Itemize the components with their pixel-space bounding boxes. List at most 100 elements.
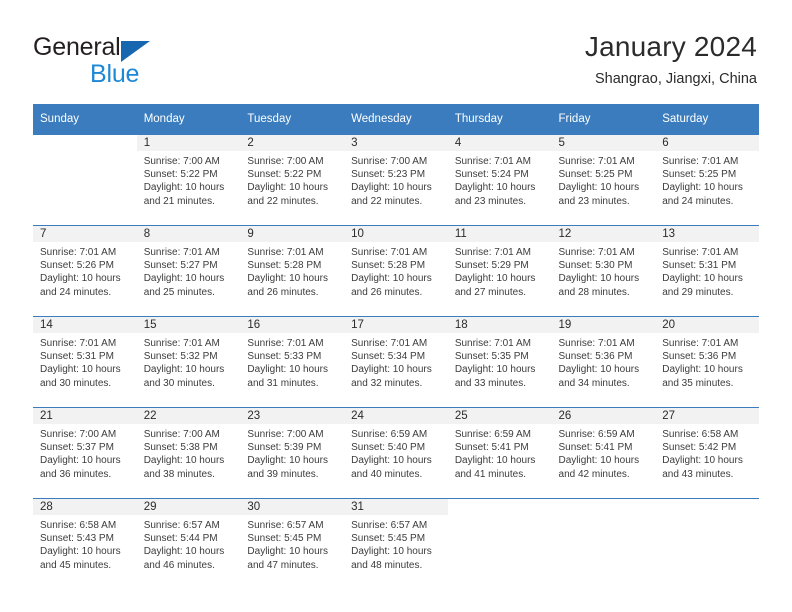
generalblue-logo: General Blue [33, 33, 243, 89]
day-sunrise-line: Sunrise: 6:58 AM [40, 520, 117, 531]
day-cell-inner: 15 Sunrise: 7:01 AM Sunset: 5:32 PM Dayligh… [136, 317, 241, 407]
calendar-day-cell[interactable]: 12 Sunrise: 7:01 AM Sunset: 5:30 PM Dayligh… [551, 225, 656, 317]
day-number: 4 [447, 135, 552, 151]
day-number: 26 [551, 408, 656, 424]
calendar-day-cell[interactable]: 27 Sunrise: 6:58 AM Sunset: 5:42 PM Dayligh… [655, 407, 759, 499]
day-number: 19 [551, 317, 656, 333]
day-sunrise-line: Sunrise: 7:00 AM [143, 156, 220, 167]
calendar-day-cell[interactable]: 31 Sunrise: 6:57 AM Sunset: 5:45 PM Dayligh… [344, 498, 448, 589]
calendar-day-cell[interactable]: 10 Sunrise: 7:01 AM Sunset: 5:28 PM Dayligh… [344, 225, 448, 317]
calendar-day-cell[interactable]: 14 Sunrise: 7:01 AM Sunset: 5:31 PM Dayligh… [33, 316, 137, 408]
day-details: Sunrise: 7:01 AM Sunset: 5:33 PM Daylight:… [240, 333, 344, 390]
day-number [447, 499, 552, 515]
day-cell-inner: 8 Sunrise: 7:01 AM Sunset: 5:27 PM Daylight… [136, 226, 241, 316]
calendar-day-cell[interactable]: 5 Sunrise: 7:01 AM Sunset: 5:25 PM Daylight… [551, 134, 656, 226]
day-sunrise-line: Sunrise: 6:57 AM [247, 520, 324, 531]
calendar-day-cell[interactable]: 29 Sunrise: 6:57 AM Sunset: 5:44 PM Dayligh… [136, 498, 241, 589]
calendar-day-cell[interactable]: 3 Sunrise: 7:00 AM Sunset: 5:23 PM Daylight… [344, 134, 448, 226]
day-daylight-line: Daylight: 10 hours [40, 273, 121, 285]
day-sunrise-line: Sunrise: 7:00 AM [40, 429, 117, 440]
day-daylight-line: and 27 minutes. [454, 286, 526, 298]
day-details: Sunrise: 7:01 AM Sunset: 5:32 PM Daylight:… [137, 333, 241, 390]
calendar-day-cell[interactable]: 1 Sunrise: 7:00 AM Sunset: 5:22 PM Daylight… [136, 134, 241, 226]
calendar-day-cell[interactable]: 9 Sunrise: 7:01 AM Sunset: 5:28 PM Daylight… [240, 225, 345, 317]
day-details: Sunrise: 6:57 AM Sunset: 5:45 PM Daylight:… [344, 515, 448, 572]
calendar-day-cell[interactable]: 21 Sunrise: 7:00 AM Sunset: 5:37 PM Dayligh… [33, 407, 137, 499]
calendar-day-cell[interactable]: 8 Sunrise: 7:01 AM Sunset: 5:27 PM Daylight… [136, 225, 241, 317]
calendar-day-cell[interactable]: 16 Sunrise: 7:01 AM Sunset: 5:33 PM Dayligh… [240, 316, 345, 408]
day-details: Sunrise: 7:01 AM Sunset: 5:30 PM Daylight:… [552, 242, 656, 299]
calendar-day-cell[interactable]: 25 Sunrise: 6:59 AM Sunset: 5:41 PM Dayligh… [447, 407, 552, 499]
day-daylight-line: and 24 minutes. [662, 195, 734, 207]
day-sunrise-line: Sunrise: 7:00 AM [143, 429, 220, 440]
day-sunset-line: Sunset: 5:26 PM [40, 260, 114, 272]
calendar-day-cell[interactable]: 4 Sunrise: 7:01 AM Sunset: 5:24 PM Daylight… [447, 134, 552, 226]
day-daylight-line: Daylight: 10 hours [558, 182, 640, 194]
day-cell-inner: 28 Sunrise: 6:58 AM Sunset: 5:43 PM Dayligh… [33, 499, 137, 589]
day-sunrise-line: Sunrise: 7:01 AM [454, 338, 531, 349]
day-cell-inner: 25 Sunrise: 6:59 AM Sunset: 5:41 PM Dayligh… [447, 408, 552, 498]
day-sunrise-line: Sunrise: 7:00 AM [247, 156, 324, 167]
day-details: Sunrise: 6:59 AM Sunset: 5:41 PM Daylight:… [552, 424, 656, 481]
day-sunset-line: Sunset: 5:39 PM [247, 442, 322, 454]
day-sunrise-line: Sunrise: 7:01 AM [558, 156, 635, 167]
day-daylight-line: and 39 minutes. [247, 468, 319, 480]
calendar-day-cell[interactable]: 26 Sunrise: 6:59 AM Sunset: 5:41 PM Dayligh… [551, 407, 656, 499]
day-daylight-line: Daylight: 10 hours [143, 455, 225, 467]
calendar-cell-empty [33, 134, 137, 226]
day-daylight-line: and 33 minutes. [454, 377, 526, 389]
day-daylight-line: and 35 minutes. [662, 377, 734, 389]
calendar-day-cell[interactable]: 17 Sunrise: 7:01 AM Sunset: 5:34 PM Dayligh… [344, 316, 448, 408]
day-sunset-line: Sunset: 5:28 PM [247, 260, 322, 272]
calendar-day-cell[interactable]: 15 Sunrise: 7:01 AM Sunset: 5:32 PM Dayligh… [136, 316, 241, 408]
day-sunrise-line: Sunrise: 7:01 AM [247, 338, 324, 349]
day-number: 23 [240, 408, 345, 424]
day-number: 13 [655, 226, 759, 242]
day-sunrise-line: Sunrise: 6:59 AM [351, 429, 428, 440]
calendar-day-cell[interactable]: 7 Sunrise: 7:01 AM Sunset: 5:26 PM Daylight… [33, 225, 137, 317]
day-cell-inner [447, 499, 552, 589]
day-number: 10 [344, 226, 448, 242]
calendar-day-cell[interactable]: 6 Sunrise: 7:01 AM Sunset: 5:25 PM Daylight… [655, 134, 759, 226]
day-daylight-line: Daylight: 10 hours [40, 455, 121, 467]
day-sunrise-line: Sunrise: 7:01 AM [40, 338, 117, 349]
calendar-day-cell[interactable]: 28 Sunrise: 6:58 AM Sunset: 5:43 PM Dayligh… [33, 498, 137, 589]
day-cell-inner: 9 Sunrise: 7:01 AM Sunset: 5:28 PM Daylight… [240, 226, 345, 316]
day-number: 16 [240, 317, 345, 333]
day-cell-inner: 22 Sunrise: 7:00 AM Sunset: 5:38 PM Dayligh… [136, 408, 241, 498]
day-cell-inner [33, 135, 137, 225]
day-cell-inner [551, 499, 656, 589]
calendar-page: General Blue January 2024 Shangrao, Jian… [0, 0, 792, 612]
calendar-day-cell[interactable]: 2 Sunrise: 7:00 AM Sunset: 5:22 PM Daylight… [240, 134, 345, 226]
calendar-day-cell[interactable]: 20 Sunrise: 7:01 AM Sunset: 5:36 PM Dayligh… [655, 316, 759, 408]
day-sunrise-line: Sunrise: 7:00 AM [351, 156, 428, 167]
day-daylight-line: Daylight: 10 hours [351, 455, 432, 467]
day-daylight-line: Daylight: 10 hours [351, 182, 432, 194]
calendar-day-cell[interactable]: 30 Sunrise: 6:57 AM Sunset: 5:45 PM Dayligh… [240, 498, 345, 589]
calendar-day-cell[interactable]: 11 Sunrise: 7:01 AM Sunset: 5:29 PM Dayligh… [447, 225, 552, 317]
day-sunrise-line: Sunrise: 7:01 AM [662, 338, 739, 349]
day-daylight-line: and 38 minutes. [143, 468, 215, 480]
calendar-day-cell[interactable]: 22 Sunrise: 7:00 AM Sunset: 5:38 PM Dayligh… [136, 407, 241, 499]
calendar-day-cell[interactable]: 23 Sunrise: 7:00 AM Sunset: 5:39 PM Dayligh… [240, 407, 345, 499]
page-subtitle: Shangrao, Jiangxi, China [594, 71, 757, 87]
calendar-day-cell[interactable]: 18 Sunrise: 7:01 AM Sunset: 5:35 PM Dayligh… [447, 316, 552, 408]
calendar-header-row: Sunday Monday Tuesday Wednesday Thursday… [33, 104, 759, 135]
calendar-day-cell[interactable]: 19 Sunrise: 7:01 AM Sunset: 5:36 PM Dayligh… [551, 316, 656, 408]
day-number: 25 [447, 408, 552, 424]
day-daylight-line: Daylight: 10 hours [662, 455, 743, 467]
weekday-header-tuesday: Tuesday [240, 104, 345, 135]
day-details: Sunrise: 7:00 AM Sunset: 5:22 PM Daylight:… [137, 151, 241, 208]
calendar-cell-empty [551, 498, 656, 589]
day-daylight-line: Daylight: 10 hours [247, 546, 329, 558]
calendar-cell-empty [447, 498, 552, 589]
day-details: Sunrise: 7:01 AM Sunset: 5:27 PM Daylight:… [137, 242, 241, 299]
calendar-day-cell[interactable]: 13 Sunrise: 7:01 AM Sunset: 5:31 PM Dayligh… [655, 225, 759, 317]
calendar-day-cell[interactable]: 24 Sunrise: 6:59 AM Sunset: 5:40 PM Dayligh… [344, 407, 448, 499]
day-sunset-line: Sunset: 5:42 PM [662, 442, 737, 454]
day-daylight-line: Daylight: 10 hours [247, 455, 329, 467]
day-sunset-line: Sunset: 5:27 PM [143, 260, 218, 272]
day-cell-inner: 29 Sunrise: 6:57 AM Sunset: 5:44 PM Dayligh… [136, 499, 241, 589]
day-daylight-line: Daylight: 10 hours [143, 546, 225, 558]
day-daylight-line: and 46 minutes. [143, 559, 215, 571]
